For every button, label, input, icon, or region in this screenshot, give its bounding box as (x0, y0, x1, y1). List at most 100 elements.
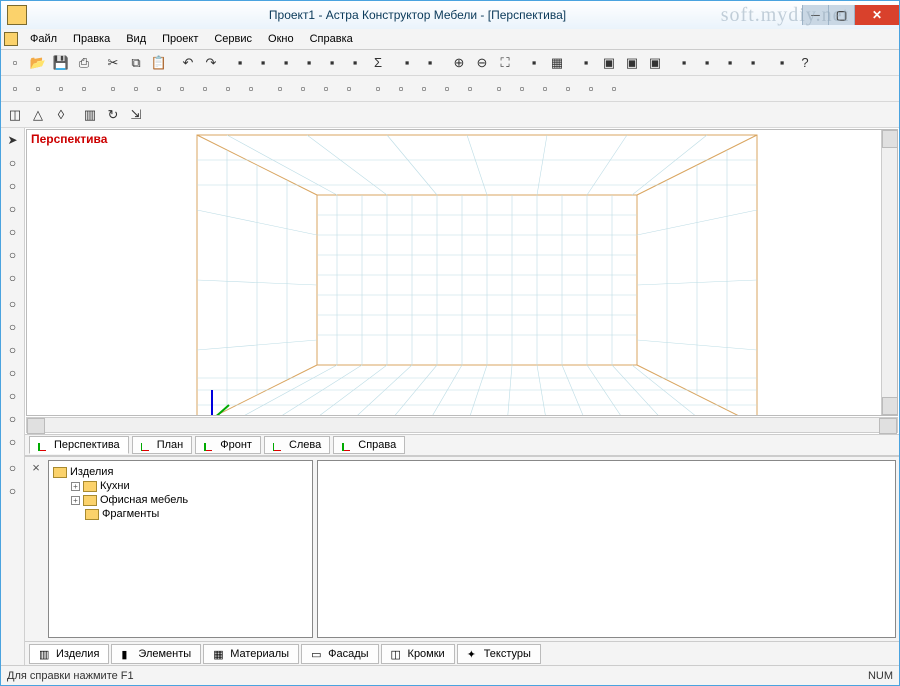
t2[interactable]: ▫ (171, 78, 193, 100)
cut-icon[interactable]: ✂ (102, 52, 124, 74)
cube-icon[interactable]: ◫ (4, 104, 26, 126)
i[interactable]: ○ (3, 363, 23, 383)
t2[interactable]: ▫ (292, 78, 314, 100)
expand-icon[interactable]: + (71, 496, 80, 505)
box-icon[interactable]: ▣ (621, 52, 643, 74)
t2[interactable]: ▫ (534, 78, 556, 100)
item-icon[interactable]: ▪ (742, 52, 764, 74)
t2[interactable]: ▫ (580, 78, 602, 100)
t2[interactable]: ▫ (459, 78, 481, 100)
menu-Правка[interactable]: Правка (65, 31, 118, 47)
item-icon[interactable]: ▪ (696, 52, 718, 74)
t2[interactable]: ▫ (390, 78, 412, 100)
print-icon[interactable]: ⎙ (73, 52, 95, 74)
zoom-out-icon[interactable]: ⊖ (471, 52, 493, 74)
bottom-tab-Материалы[interactable]: ▦Материалы (203, 644, 299, 664)
expand-icon[interactable]: + (71, 482, 80, 491)
bottom-tab-Фасады[interactable]: ▭Фасады (301, 644, 378, 664)
close-button[interactable]: ✕ (854, 5, 899, 25)
i[interactable]: ○ (3, 176, 23, 196)
vertical-scrollbar[interactable] (881, 130, 897, 415)
tree-item[interactable]: +Офисная мебель (53, 493, 308, 507)
t2[interactable]: ▫ (50, 78, 72, 100)
item-icon[interactable]: ▪ (719, 52, 741, 74)
bottom-tab-Изделия[interactable]: ▥Изделия (29, 644, 109, 664)
i[interactable]: ○ (3, 386, 23, 406)
t2[interactable]: ▫ (148, 78, 170, 100)
i[interactable]: ○ (3, 268, 23, 288)
tree-pane[interactable]: Изделия +Кухни+Офисная мебельФрагменты (48, 460, 313, 638)
t2[interactable]: ▫ (315, 78, 337, 100)
item-icon[interactable]: ▪ (771, 52, 793, 74)
rot-icon[interactable]: ↻ (102, 104, 124, 126)
bottom-tab-Элементы[interactable]: ▮Элементы (111, 644, 201, 664)
save-icon[interactable]: 💾 (50, 52, 72, 74)
menu-Вид[interactable]: Вид (118, 31, 154, 47)
i[interactable]: ○ (3, 409, 23, 429)
t2[interactable]: ▫ (269, 78, 291, 100)
t2[interactable]: ▫ (367, 78, 389, 100)
box-icon[interactable]: ▣ (598, 52, 620, 74)
menu-Справка[interactable]: Справка (302, 31, 361, 47)
view-tab-Перспектива[interactable]: Перспектива (29, 436, 129, 454)
viewport[interactable]: Перспектива (26, 129, 898, 416)
app-menu-icon[interactable] (4, 32, 18, 46)
item-icon[interactable]: ▪ (396, 52, 418, 74)
item-icon[interactable]: ▪ (419, 52, 441, 74)
menu-Сервис[interactable]: Сервис (206, 31, 260, 47)
new-icon[interactable]: ▫ (4, 52, 26, 74)
item-icon[interactable]: ▪ (673, 52, 695, 74)
zoom-fit-icon[interactable]: ⛶ (494, 52, 516, 74)
t2[interactable]: ▫ (125, 78, 147, 100)
t2[interactable]: ▫ (240, 78, 262, 100)
grid-icon[interactable]: ▦ (546, 52, 568, 74)
paste-icon[interactable]: 📋 (148, 52, 170, 74)
box-icon[interactable]: ▣ (644, 52, 666, 74)
help-icon[interactable]: ? (794, 52, 816, 74)
item-icon[interactable]: ▪ (252, 52, 274, 74)
item-icon[interactable]: ▪ (321, 52, 343, 74)
i[interactable]: ○ (3, 294, 23, 314)
i[interactable]: ○ (3, 317, 23, 337)
view-tab-Справа[interactable]: Справа (333, 436, 405, 454)
i[interactable]: ○ (3, 481, 23, 501)
bottom-tab-Текстуры[interactable]: ✦Текстуры (457, 644, 541, 664)
t2[interactable]: ▫ (511, 78, 533, 100)
i[interactable]: ○ (3, 222, 23, 242)
t2[interactable]: ▫ (436, 78, 458, 100)
tree-root[interactable]: Изделия (53, 465, 308, 479)
panel-close-button[interactable]: × (28, 460, 44, 638)
t2[interactable]: ▫ (102, 78, 124, 100)
prism-icon[interactable]: △ (27, 104, 49, 126)
panel-icon[interactable]: ▥ (79, 104, 101, 126)
view-tab-План[interactable]: План (132, 436, 193, 454)
item-icon[interactable]: ▪ (298, 52, 320, 74)
t2[interactable]: ▫ (488, 78, 510, 100)
i[interactable]: ○ (3, 245, 23, 265)
menu-Окно[interactable]: Окно (260, 31, 302, 47)
i[interactable]: ○ (3, 458, 23, 478)
t2[interactable]: ▫ (217, 78, 239, 100)
t2[interactable]: ▫ (194, 78, 216, 100)
menu-Файл[interactable]: Файл (22, 31, 65, 47)
i[interactable]: ○ (3, 340, 23, 360)
ext-icon[interactable]: ⇲ (125, 104, 147, 126)
undo-icon[interactable]: ↶ (177, 52, 199, 74)
t2[interactable]: ▫ (413, 78, 435, 100)
tree-item[interactable]: Фрагменты (53, 507, 308, 521)
open-icon[interactable]: 📂 (27, 52, 49, 74)
tree-item[interactable]: +Кухни (53, 479, 308, 493)
bottom-tab-Кромки[interactable]: ◫Кромки (381, 644, 455, 664)
t2[interactable]: ▫ (603, 78, 625, 100)
t2[interactable]: ▫ (557, 78, 579, 100)
view-tab-Слева[interactable]: Слева (264, 436, 330, 454)
t2[interactable]: ▫ (4, 78, 26, 100)
view-tab-Фронт[interactable]: Фронт (195, 436, 261, 454)
item-icon[interactable]: ▪ (275, 52, 297, 74)
item-icon[interactable]: ▪ (575, 52, 597, 74)
i[interactable]: ○ (3, 153, 23, 173)
copy-icon[interactable]: ⧉ (125, 52, 147, 74)
t2[interactable]: ▫ (73, 78, 95, 100)
horizontal-scrollbar[interactable] (26, 417, 898, 433)
item-icon[interactable]: ▪ (229, 52, 251, 74)
